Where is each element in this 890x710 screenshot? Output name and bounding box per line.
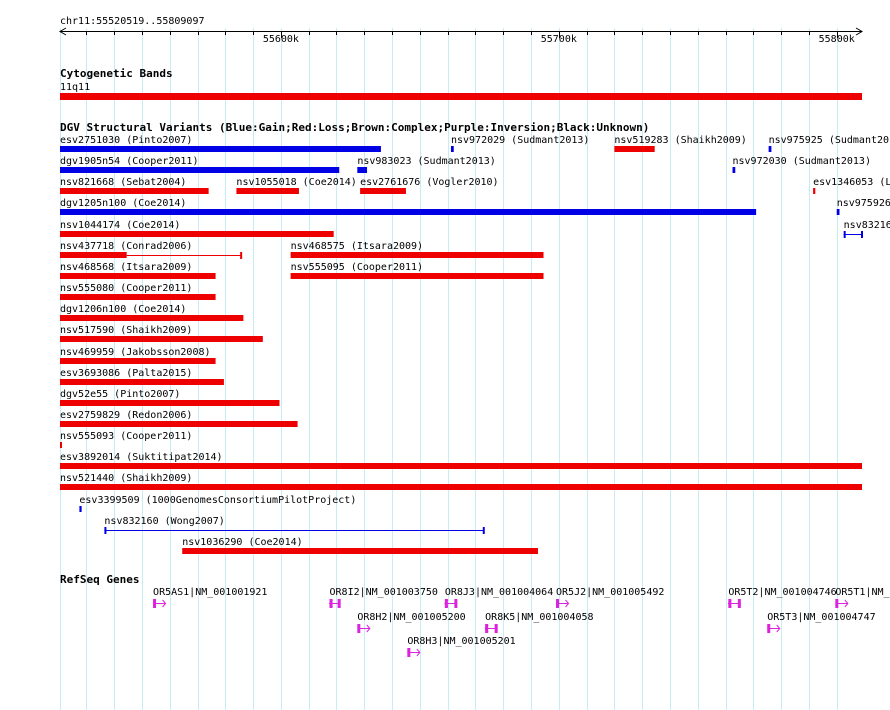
variant-bar (360, 188, 406, 194)
variant-end-tick (861, 231, 863, 238)
variant-label: nsv972030 (Sudmant2013) (732, 156, 871, 168)
variant-bar (290, 273, 544, 279)
variant-label: dgv52e55 (Pinto2007) (60, 388, 181, 400)
variant-bar (60, 252, 127, 258)
gene-label: OR8K5|NM_001004058 (485, 611, 594, 623)
variant-end-tick (104, 527, 107, 534)
variant-label: nsv519283 (Shaikh2009) (614, 135, 747, 146)
variant-label: esv3892014 (Suktitipat2014) (60, 452, 223, 464)
cytoband-bar (60, 93, 862, 100)
variant-bar (290, 252, 544, 258)
variant-bar (60, 463, 862, 469)
gene-exon (737, 599, 741, 608)
variant-label: nsv975926 (836, 198, 890, 210)
region-label: chr11:55520519..55809097 (60, 16, 205, 27)
variant-label: nsv821668 (Sebat2004) (60, 177, 187, 189)
variant-bar (60, 379, 224, 385)
gene-label: OR5T3|NM_001004747 (767, 611, 876, 623)
variant-label: nsv972029 (Sudmant2013) (450, 135, 590, 146)
variant-label: nsv517590 (Shaikh2009) (60, 325, 193, 337)
variant-bar (60, 336, 263, 342)
variant-bar (732, 167, 736, 173)
variant-bar (60, 188, 209, 194)
variant-bar (768, 146, 772, 152)
variant-bar (357, 167, 368, 173)
variant-label: nsv555093 (Cooper2011) (60, 431, 193, 443)
ruler-tick-label: 55600k (262, 34, 299, 45)
dgv-track-title: DGV Structural Variants (Blue:Gain;Red:L… (60, 121, 650, 134)
variant-label: nsv437718 (Conrad2006) (60, 240, 193, 252)
variant-label: nsv1055018 (Coe2014) (236, 177, 357, 189)
variant-label: nsv83216 (843, 219, 890, 231)
variant-bar (236, 188, 299, 194)
variant-label: nsv1044174 (Coe2014) (60, 219, 181, 231)
variant-bar (60, 400, 280, 406)
variant-label: nsv468575 (Itsara2009) (290, 240, 424, 252)
variant-bar (182, 548, 538, 554)
variant-label: esv3693086 (Palta2015) (60, 367, 193, 379)
variant-bar (60, 484, 862, 490)
refseq-track (153, 599, 849, 657)
variant-bar (60, 358, 216, 364)
variant-label: nsv983023 (Sudmant2013) (357, 156, 496, 168)
genome-browser-view: chr11:55520519..55809097 55600k 55700k 558… (0, 0, 890, 710)
variant-end-tick (482, 527, 485, 534)
variant-bar (60, 315, 244, 321)
variant-bar (60, 442, 62, 448)
gene-label: OR5T1|NM_0 (835, 587, 890, 598)
variant-label: esv2759829 (Redon2006) (60, 409, 193, 421)
variant-label: nsv975925 (Sudmant2013) (768, 135, 890, 146)
variant-bar (813, 188, 816, 194)
variant-label: nsv555095 (Cooper2011) (290, 261, 424, 273)
refseq-track-title: RefSeq Genes (60, 573, 140, 586)
variant-bar (60, 294, 216, 300)
variant-end-tick (843, 231, 846, 238)
gene-exon (494, 624, 498, 633)
variant-label: dgv1205n100 (Coe2014) (60, 198, 187, 210)
variant-label: esv2761676 (Vogler2010) (360, 177, 499, 189)
variant-bar (450, 146, 454, 152)
gene-label: OR5T2|NM_001004746 (728, 587, 837, 598)
variant-label: nsv468568 (Itsara2009) (60, 261, 193, 273)
variant-bar (60, 167, 340, 173)
variant-label: nsv1036290 (Coe2014) (182, 536, 303, 548)
variant-bar (60, 231, 334, 237)
variant-label: nsv832160 (Wong2007) (104, 515, 225, 527)
gene-exon (454, 599, 458, 608)
ruler-tick-label: 55800k (818, 34, 855, 45)
variant-label: nsv521440 (Shaikh2009) (60, 473, 193, 485)
variant-end-tick (240, 252, 243, 259)
variant-bar (836, 209, 840, 215)
variant-label: nsv469959 (Jakobsson2008) (60, 346, 211, 358)
gene-label: OR8I2|NM_001003750 (329, 587, 438, 598)
variant-label: esv3399509 (1000GenomesConsortiumPilotPr… (79, 494, 357, 506)
gene-label: OR8H3|NM_001005201 (407, 636, 516, 647)
gene-label: OR8H2|NM_001005200 (357, 611, 466, 623)
gene-label: OR5AS1|NM_001001921 (153, 587, 268, 598)
variant-label: dgv1905n54 (Cooper2011) (60, 156, 199, 168)
variant-bar (60, 273, 216, 279)
cytoband-track-title: Cytogenetic Bands (60, 67, 173, 80)
ruler (59, 27, 863, 38)
cytoband-name: 11q11 (60, 82, 91, 93)
variant-bar (79, 506, 82, 512)
variant-label: dgv1206n100 (Coe2014) (60, 304, 187, 316)
variant-bar (60, 209, 757, 215)
variant-label: esv1346053 (L (813, 177, 890, 189)
gene-label: OR5J2|NM_001005492 (556, 587, 665, 598)
variant-label: nsv555080 (Cooper2011) (60, 283, 193, 295)
gene-exon (337, 599, 341, 608)
gene-label: OR8J3|NM_001004064 (444, 587, 554, 598)
variant-bar (60, 421, 298, 427)
cytoband-track (60, 93, 862, 100)
variant-bar (60, 146, 381, 152)
variant-label: esv2751030 (Pinto2007) (60, 135, 193, 146)
ruler-tick-label: 55700k (540, 34, 577, 45)
variant-bar (614, 146, 655, 152)
